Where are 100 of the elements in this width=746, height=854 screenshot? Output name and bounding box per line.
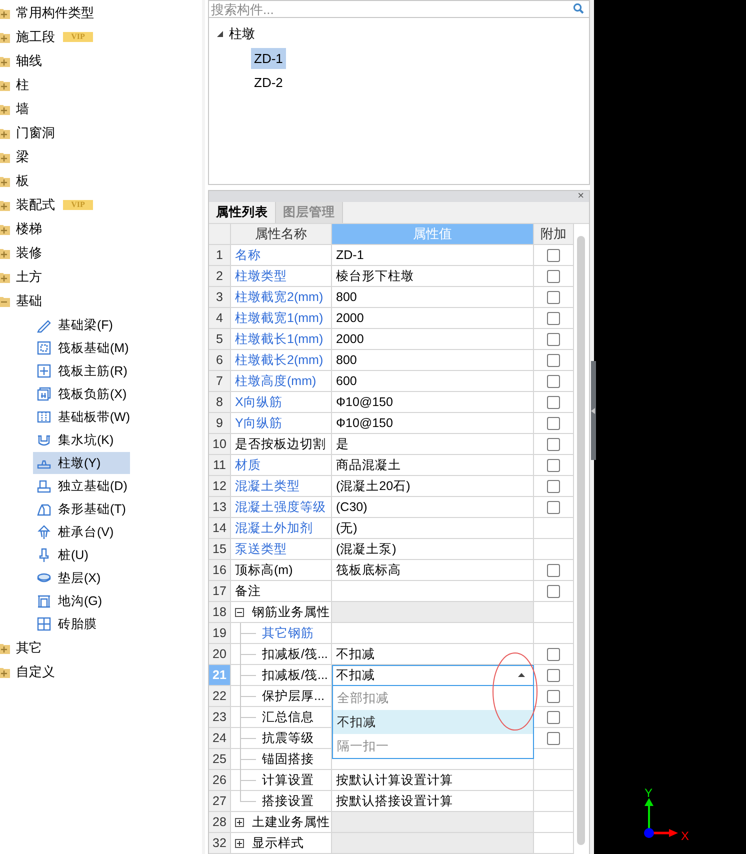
checkbox[interactable]	[547, 396, 560, 408]
category-label[interactable]: 自定义	[16, 663, 55, 681]
row-number: 21	[209, 665, 231, 686]
columns-icon	[36, 409, 52, 425]
tree-line	[240, 644, 256, 665]
checkbox[interactable]	[547, 354, 560, 366]
search-field[interactable]: 搜索构件...	[208, 0, 590, 18]
component-type-item[interactable]: 基础板带(W)	[33, 406, 130, 428]
row-number: 3	[209, 287, 231, 308]
category-label[interactable]: 板	[16, 172, 29, 190]
drawing-viewport[interactable]: Y X	[590, 0, 746, 854]
component-type-item[interactable]: 集水坑(K)	[33, 429, 130, 451]
property-name: 备注	[235, 582, 261, 600]
checkbox[interactable]	[547, 438, 560, 450]
folder-icon[interactable]	[0, 104, 10, 114]
folder-icon[interactable]	[0, 224, 10, 234]
pile-cap-icon	[36, 524, 52, 540]
category-label[interactable]: 柱	[16, 76, 29, 94]
checkbox[interactable]	[547, 564, 560, 576]
checkbox[interactable]	[547, 458, 560, 472]
folder-icon[interactable]	[0, 176, 10, 186]
expand-icon[interactable]	[235, 818, 244, 826]
scrollbar-thumb[interactable]	[577, 236, 585, 845]
checkbox[interactable]	[547, 332, 560, 346]
checkbox[interactable]	[547, 732, 560, 744]
property-value: 棱台形下柱墩	[336, 268, 414, 284]
column-header: 属性值	[332, 224, 534, 245]
component-type-item[interactable]: 筏板基础(M)	[33, 337, 130, 359]
category-label[interactable]: 楼梯	[16, 220, 42, 238]
collapse-icon[interactable]	[235, 608, 244, 616]
category-label[interactable]: 土方	[16, 268, 42, 286]
component-type-item[interactable]: 桩(U)	[33, 544, 130, 566]
component-type-item[interactable]: 柱墩(Y)	[33, 452, 130, 474]
expand-icon[interactable]	[235, 838, 244, 848]
folder-icon[interactable]	[0, 272, 10, 282]
category-label[interactable]: 轴线	[16, 52, 42, 70]
folder-icon[interactable]	[0, 248, 10, 258]
category-label[interactable]: 门窗洞	[16, 124, 55, 142]
row-number: 24	[209, 728, 231, 749]
dropdown-field[interactable]: 不扣减	[332, 665, 534, 686]
component-type-item[interactable]: 筏板主筋(R)	[33, 360, 130, 382]
checkbox[interactable]	[547, 270, 560, 282]
component-item[interactable]: ZD-2	[251, 72, 286, 92]
component-type-item[interactable]: 砖胎膜	[33, 613, 130, 635]
component-type-item[interactable]: 地沟(G)	[33, 590, 130, 612]
component-type-item[interactable]: 基础梁(F)	[33, 314, 130, 336]
caret-icon[interactable]	[518, 673, 525, 677]
checkbox[interactable]	[547, 500, 560, 514]
group-name: 钢筋业务属性	[252, 604, 330, 620]
folder-icon[interactable]	[0, 32, 10, 42]
property-value: Ф10@150	[336, 416, 393, 430]
property-value: 800	[336, 353, 357, 367]
checkbox[interactable]	[547, 668, 560, 682]
category-label[interactable]: 其它	[16, 639, 42, 657]
close-button[interactable]: ×	[578, 191, 584, 202]
expanded-triangle-icon[interactable]	[217, 31, 223, 37]
folder-icon[interactable]	[0, 80, 10, 90]
folder-icon[interactable]	[0, 8, 10, 18]
category-label[interactable]: 梁	[16, 148, 29, 166]
property-value: 2000	[336, 311, 364, 325]
checkbox[interactable]	[547, 584, 560, 598]
component-type-item[interactable]: 条形基础(T)	[33, 498, 130, 520]
checkbox[interactable]	[547, 480, 560, 492]
category-label[interactable]: 装修	[16, 244, 42, 262]
property-name: 混凝土类型	[235, 478, 300, 494]
tree-line	[240, 665, 256, 686]
checkbox[interactable]	[547, 312, 560, 324]
category-label[interactable]: 基础	[16, 292, 42, 310]
checkbox[interactable]	[547, 648, 560, 660]
component-type-item[interactable]: 独立基础(D)	[33, 475, 130, 497]
row-number: 22	[209, 686, 231, 707]
folder-icon[interactable]	[0, 128, 10, 138]
dropdown-option[interactable]: 不扣减	[333, 710, 533, 734]
checkbox[interactable]	[547, 416, 560, 430]
checkbox[interactable]	[547, 374, 560, 388]
component-type-item[interactable]: 桩承台(V)	[33, 521, 130, 543]
tree-group-label[interactable]: 柱墩	[229, 25, 255, 43]
open-folder-icon[interactable]	[0, 296, 10, 306]
category-label[interactable]: 施工段	[16, 28, 55, 46]
search-icon[interactable]	[573, 3, 584, 14]
collapse-handle[interactable]	[591, 361, 596, 460]
checkbox[interactable]	[547, 710, 560, 724]
property-name: 泵送类型	[235, 540, 287, 558]
folder-icon[interactable]	[0, 642, 10, 654]
property-value[interactable]: 不扣减	[336, 666, 375, 684]
folder-icon[interactable]	[0, 666, 10, 678]
property-value: 不扣减	[336, 646, 375, 662]
checkbox[interactable]	[547, 248, 560, 262]
checkbox[interactable]	[547, 690, 560, 702]
component-type-item[interactable]: 筏板负筋(X)	[33, 383, 130, 405]
folder-icon[interactable]	[0, 152, 10, 162]
category-label[interactable]: 墙	[16, 100, 29, 118]
component-type-item[interactable]: 垫层(X)	[33, 567, 130, 589]
folder-icon[interactable]	[0, 56, 10, 66]
category-label[interactable]: 常用构件类型	[16, 4, 94, 22]
property-name: 搭接设置	[262, 792, 314, 810]
component-item[interactable]: ZD-1	[251, 48, 286, 68]
category-label[interactable]: 装配式	[16, 196, 55, 214]
checkbox[interactable]	[547, 290, 560, 304]
folder-icon[interactable]	[0, 200, 10, 210]
